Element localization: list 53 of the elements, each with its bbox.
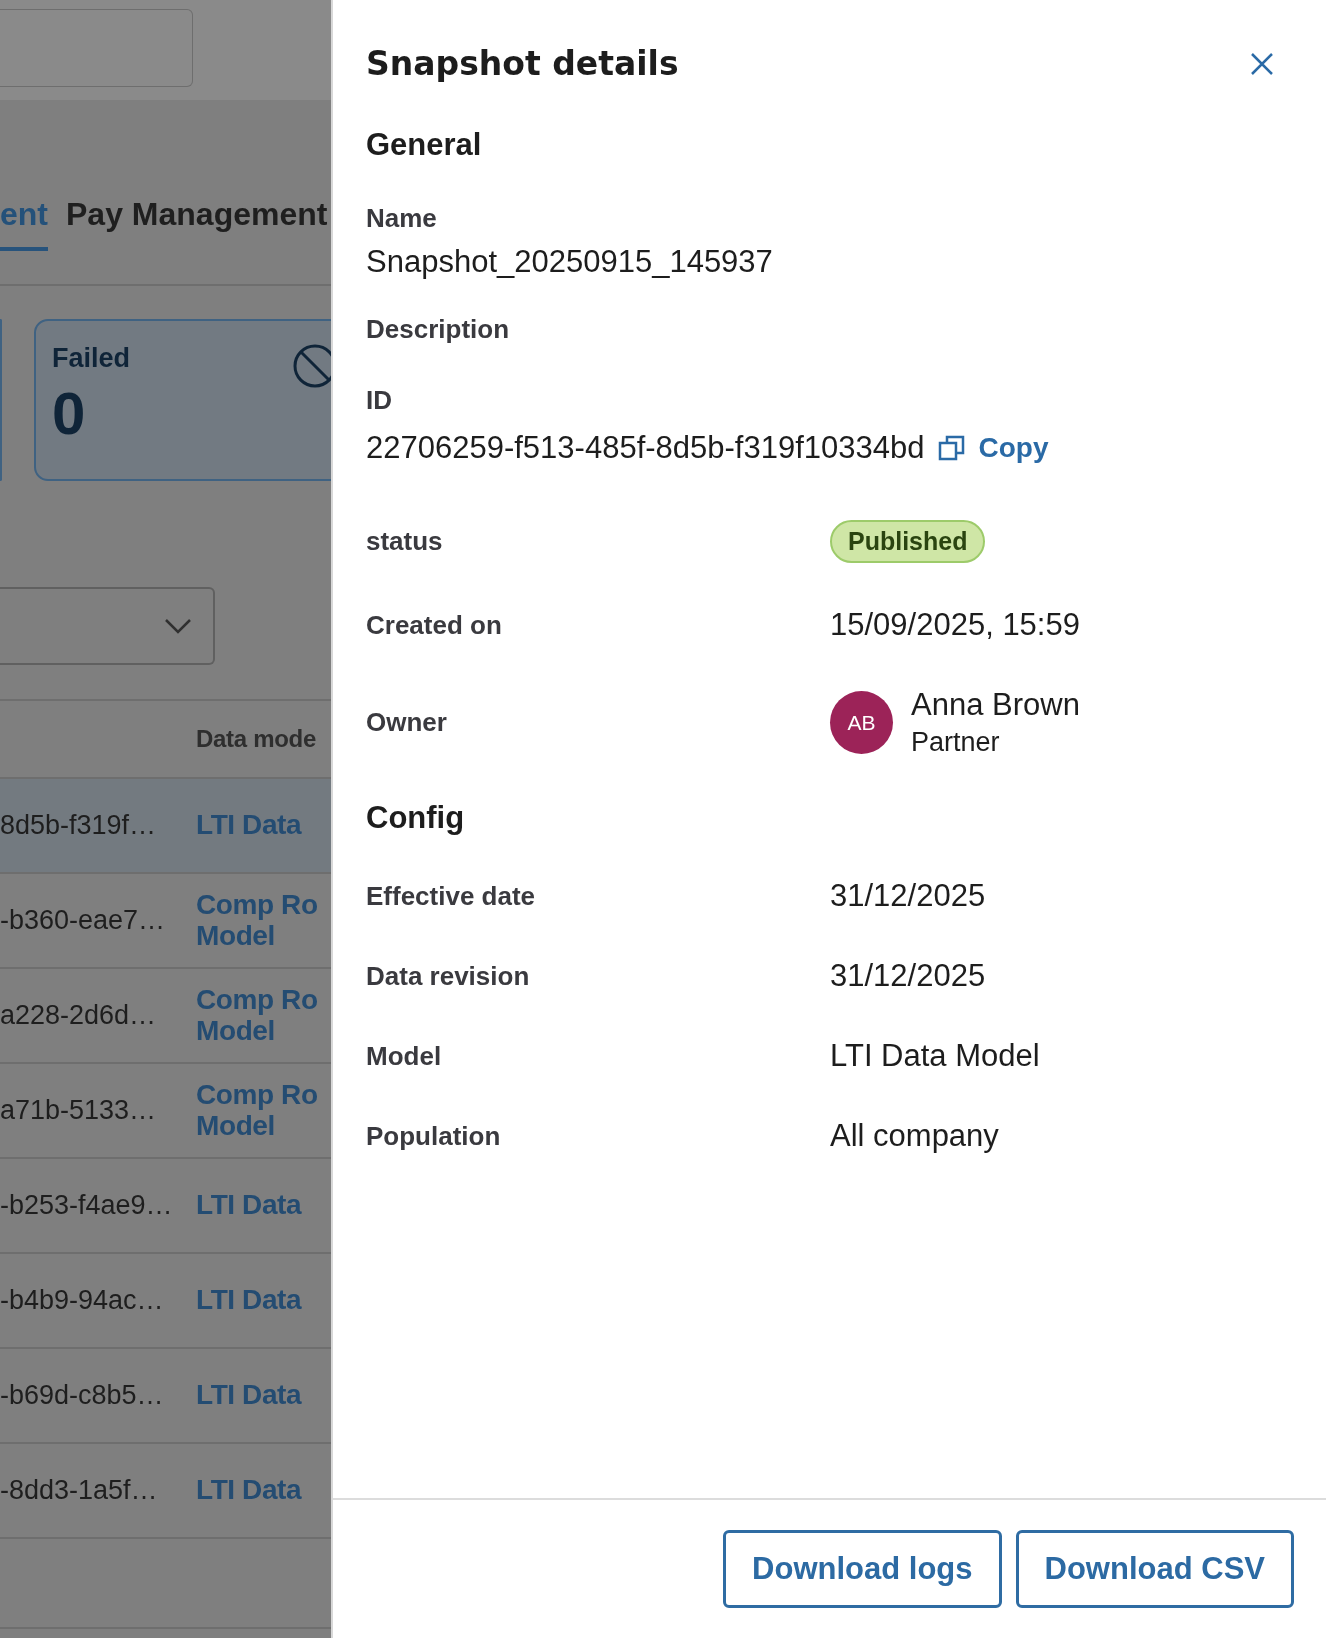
card-value: 0 bbox=[52, 384, 87, 444]
avatar: AB bbox=[830, 691, 893, 754]
field-label: Owner bbox=[366, 707, 448, 738]
owner-role: Partner bbox=[911, 727, 1001, 758]
copy-icon bbox=[938, 434, 967, 462]
status-badge: Published bbox=[830, 520, 986, 563]
model-link[interactable]: Comp Ro Model bbox=[196, 984, 318, 1047]
card-label: Failed bbox=[52, 343, 131, 374]
field-label: Model bbox=[366, 1040, 443, 1072]
field-value: LTI Data Model bbox=[830, 1038, 1041, 1074]
section-heading: Config bbox=[366, 800, 466, 836]
column-header: Data mode bbox=[196, 725, 316, 753]
id-cell-text: 8d5b-f319f… bbox=[0, 810, 158, 841]
owner-name: Anna Brown bbox=[911, 687, 1080, 723]
model-link[interactable]: Comp Ro Model bbox=[196, 889, 318, 952]
field-value: All company bbox=[830, 1118, 1000, 1154]
id-cell-text: a228-2d6d… bbox=[0, 1000, 158, 1031]
model-link[interactable]: LTI Data bbox=[196, 1475, 302, 1506]
copy-button[interactable]: Copy bbox=[938, 432, 1049, 464]
field-label: Created on bbox=[366, 609, 503, 641]
id-cell-text: a71b-5133… bbox=[0, 1095, 158, 1126]
id-cell-text: -b4b9-94ac… bbox=[0, 1285, 165, 1316]
chevron-down-icon bbox=[165, 618, 191, 634]
tab[interactable]: ent bbox=[0, 196, 48, 251]
download-button[interactable]: Download CSV bbox=[1015, 1530, 1294, 1608]
ban-icon bbox=[292, 343, 331, 389]
field-value: 31/12/2025 bbox=[830, 958, 987, 994]
panel-title: Snapshot details bbox=[366, 44, 679, 83]
model-link[interactable]: LTI Data bbox=[196, 1380, 302, 1411]
field-label: Population bbox=[366, 1120, 502, 1152]
model-link[interactable]: LTI Data bbox=[196, 1190, 302, 1221]
dropdown[interactable] bbox=[0, 587, 215, 665]
field-value: Snapshot_20250915_145937 bbox=[366, 244, 774, 280]
search-field[interactable] bbox=[0, 9, 193, 87]
field-value: 31/12/2025 bbox=[830, 878, 987, 914]
field-label: status bbox=[366, 526, 444, 557]
field-value: 15/09/2025, 15:59 bbox=[830, 607, 1081, 643]
id-cell-text: -8dd3-1a5f… bbox=[0, 1475, 159, 1506]
id-cell-text: -b253-f4ae9… bbox=[0, 1190, 174, 1221]
field-label: Description bbox=[366, 314, 511, 345]
field-label: Effective date bbox=[366, 880, 537, 912]
id-cell-text: -b360-eae7… bbox=[0, 905, 167, 936]
section-heading: General bbox=[366, 127, 483, 163]
field-value: 22706259-f513-485f-8d5b-f319f10334bd bbox=[366, 430, 925, 466]
id-cell-text: -b69d-c8b5… bbox=[0, 1380, 165, 1411]
download-button[interactable]: Download logs bbox=[723, 1530, 1002, 1608]
model-link[interactable]: LTI Data bbox=[196, 1285, 302, 1316]
field-label: Data revision bbox=[366, 960, 531, 992]
table-row[interactable]: 8d5b-f319f… LTI Data bbox=[0, 779, 331, 874]
tab[interactable]: Pay Management bbox=[66, 196, 328, 251]
model-link[interactable]: Comp Ro Model bbox=[196, 1079, 318, 1142]
field-label: ID bbox=[366, 385, 393, 416]
field-label: Name bbox=[366, 203, 438, 234]
